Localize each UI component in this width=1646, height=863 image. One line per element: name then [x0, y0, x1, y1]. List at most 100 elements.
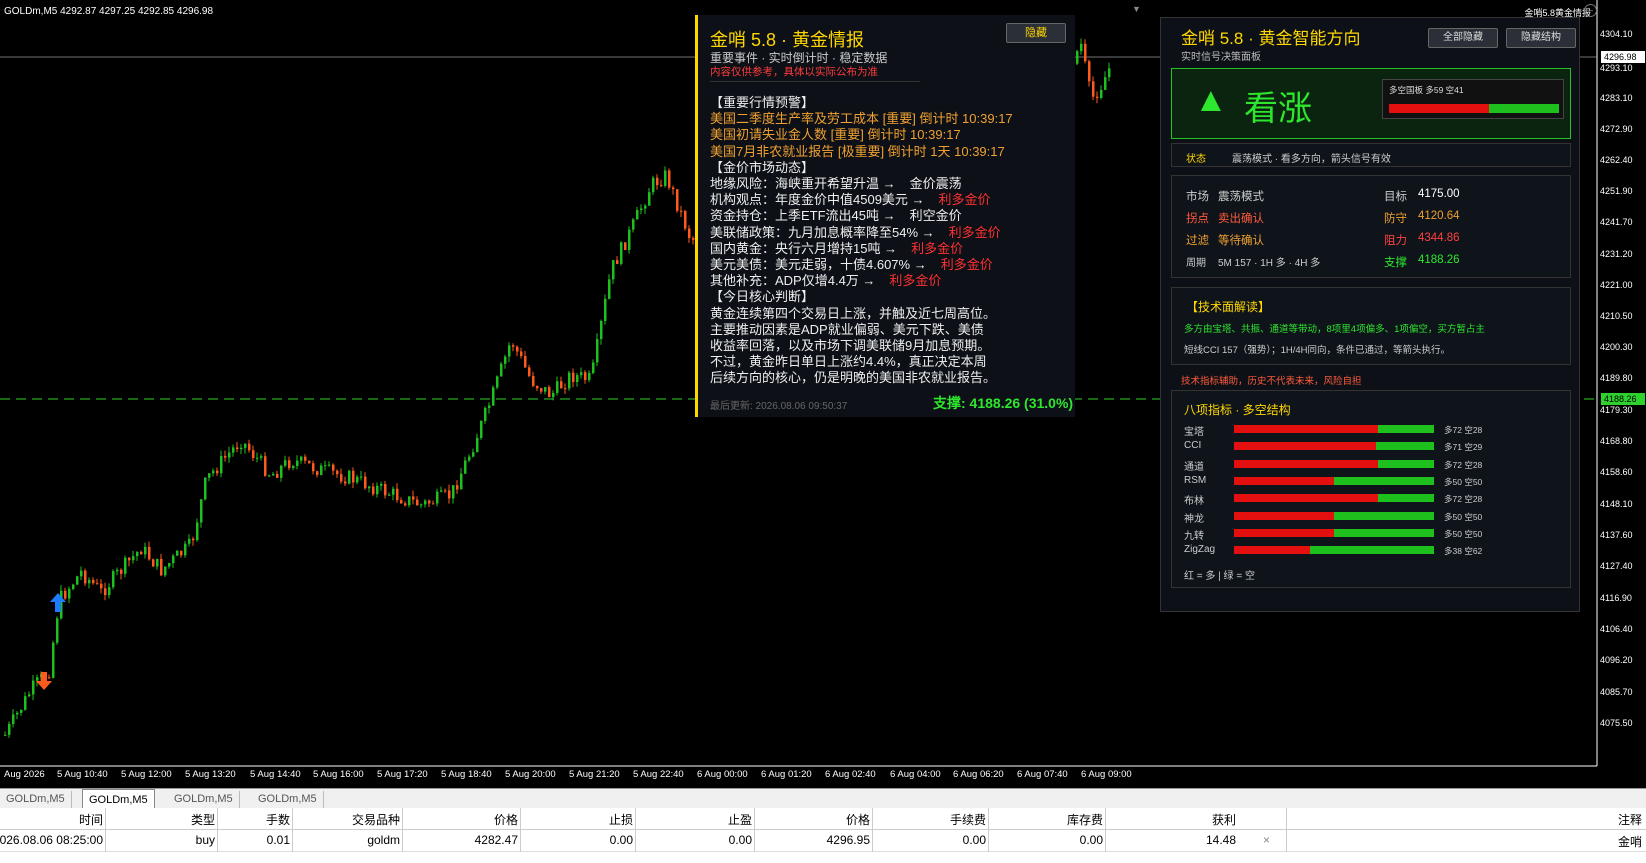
support-price-tag: 4188.26 [1601, 393, 1645, 405]
column-header[interactable]: 手续费 [950, 811, 986, 828]
candle-body [400, 500, 403, 504]
indicator-ratio: 多72 空28 [1444, 425, 1483, 435]
table-cell: 0.01 [266, 833, 290, 847]
column-header[interactable]: 手数 [266, 811, 290, 828]
table-cell: 0.00 [1079, 833, 1103, 847]
candle-body [120, 569, 123, 574]
core-line: 收益率回落，以及市场下调美联储9月加息预期。 [710, 338, 991, 354]
market-label: 市场 [1186, 191, 1209, 203]
column-header[interactable]: 止损 [609, 811, 633, 828]
indicator-bar [1234, 511, 1434, 520]
candle-body [528, 367, 531, 376]
table-cell: 4296.95 [826, 833, 870, 847]
candle-body [660, 185, 663, 187]
chart-tabs: GOLDm,M5 GOLDm,M5 GOLDm,M5 GOLDm,M5 [0, 788, 1646, 809]
price-axis-label: 4096.20 [1600, 655, 1633, 665]
time-axis-label: Aug 2026 [4, 769, 45, 780]
signal-panel-title: 金哨 5.8 · 黄金智能方向 [1181, 29, 1361, 48]
candle-body [116, 569, 119, 572]
candle-body [12, 714, 15, 724]
candle-body [548, 387, 551, 398]
current-price-tag: 4296.98 [1601, 51, 1645, 63]
tab-chart[interactable]: GOLDm,M5 [0, 791, 72, 808]
candle-body [228, 452, 231, 458]
minimize-icon[interactable]: – [1584, 4, 1597, 17]
time-axis-label: 5 Aug 10:40 [57, 769, 108, 780]
candle-body [372, 486, 375, 495]
market-item: 其他补充：ADP仅增4.4万 → 利多金价 [710, 273, 1080, 289]
candle-body [688, 228, 691, 239]
candle-body [80, 570, 83, 577]
alert-item: 美国二季度生产率及劳工成本 [重要] 倒计时 10:39:17 [710, 111, 1013, 127]
candle-body [300, 456, 303, 461]
price-axis-label: 4262.40 [1600, 155, 1633, 165]
candle-body [420, 504, 423, 506]
close-position-icon[interactable]: × [1263, 833, 1270, 847]
candle-body [536, 385, 539, 389]
candle-body [248, 443, 251, 451]
candle-body [132, 556, 135, 561]
market-item: 地缘风险：海峡重开希望升温 → 金价震荡 [710, 176, 1080, 192]
candle-body [624, 242, 627, 250]
table-row[interactable]: 2026.08.06 08:25:00 buy 0.01 goldm 4282.47 0.… [0, 830, 1646, 852]
column-header[interactable]: 时间 [79, 811, 103, 828]
news-panel-warning: 内容仅供参考，具体以实际公布为准 [710, 66, 878, 78]
candle-body [428, 500, 431, 504]
indicator-name: ZigZag [1184, 544, 1216, 556]
time-axis-label: 5 Aug 17:20 [377, 769, 428, 780]
indicator-ratio: 多71 空29 [1444, 442, 1483, 453]
column-header[interactable]: 注释 [1618, 811, 1642, 828]
candle-body [520, 351, 523, 357]
column-header[interactable]: 获利 [1212, 811, 1236, 828]
price-axis-label: 4106.40 [1600, 624, 1633, 634]
time-axis-label: 5 Aug 21:20 [569, 769, 620, 780]
tab-chart[interactable]: GOLDm,M5 [168, 791, 240, 808]
candle-body [384, 483, 387, 496]
candle-body [72, 584, 75, 589]
column-header[interactable]: 止盈 [728, 811, 752, 828]
market-header: 【金价市场动态】 [710, 159, 815, 175]
tab-chart[interactable]: GOLDm,M5 [82, 789, 155, 809]
candle-body [1088, 61, 1091, 82]
candle-body [144, 546, 147, 555]
market-item-text: 资金持仓：上季ETF流出45吨 → [710, 208, 896, 224]
hide-all-button[interactable]: 全部隐藏 [1428, 28, 1498, 48]
column-header[interactable]: 价格 [494, 811, 518, 828]
candle-body [204, 477, 207, 500]
column-header[interactable]: 类型 [191, 811, 215, 828]
column-header[interactable]: 价格 [846, 811, 870, 828]
candle-body [140, 551, 143, 555]
table-cell: 2026.08.06 08:25:00 [0, 833, 103, 847]
sell-arrow-icon [36, 672, 52, 690]
indicator-ratio: 多50 空50 [1444, 511, 1483, 522]
candle-body [196, 522, 199, 541]
candle-body [448, 490, 451, 499]
column-header[interactable]: 交易品种 [352, 811, 400, 828]
indicator-name: 宝塔 [1184, 427, 1204, 438]
candle-body [336, 470, 339, 475]
candle-body [396, 488, 399, 501]
indicators-section: 八项指标 · 多空结构 宝塔 多72 空28 CCI 多71 空29 通道 多72 空28… [1171, 390, 1571, 588]
candle-body [84, 570, 87, 584]
candle-body [220, 455, 223, 474]
disclaimer: 技术指标辅助，历史不代表未来，风险自担 [1181, 376, 1362, 387]
indicator-bar [1234, 546, 1434, 555]
column-separator [1105, 808, 1106, 852]
candle-body [632, 219, 635, 230]
up-arrow-icon: ▲ [1194, 81, 1228, 119]
candle-body [464, 460, 467, 474]
candle-body [572, 372, 575, 382]
column-header[interactable]: 库存费 [1067, 811, 1103, 828]
indicator-name: 布林 [1184, 496, 1204, 508]
target-value: 4175.00 [1418, 188, 1460, 200]
dropdown-arrow-icon[interactable]: ▼ [1130, 4, 1143, 17]
candle-body [352, 470, 355, 483]
tab-chart[interactable]: GOLDm,M5 [252, 791, 324, 808]
column-separator [872, 808, 873, 852]
hide-news-button[interactable]: 隐藏 [1006, 23, 1066, 43]
candle-body [244, 443, 247, 448]
direction-label: 看涨 [1244, 90, 1312, 128]
column-separator [988, 808, 989, 852]
hide-structure-button[interactable]: 隐藏结构 [1506, 28, 1576, 48]
price-axis-label: 4189.80 [1600, 373, 1633, 383]
